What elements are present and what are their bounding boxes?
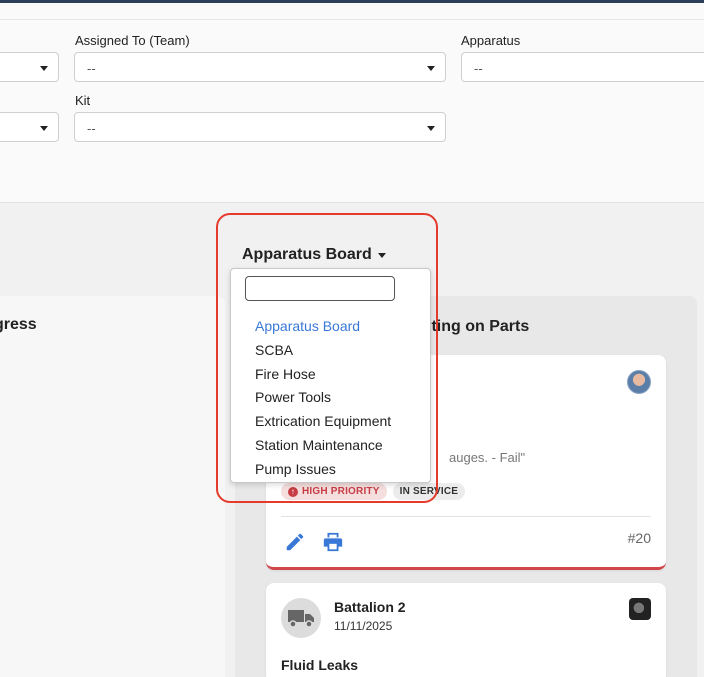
apparatus-select[interactable]: -- — [461, 52, 704, 82]
printer-icon[interactable] — [322, 531, 344, 553]
kit-label: Kit — [75, 93, 91, 108]
assigned-team-label: Assigned To (Team) — [75, 33, 190, 48]
chevron-down-icon — [427, 126, 435, 131]
chevron-down-icon — [40, 126, 48, 131]
column-title: iting on Parts — [427, 318, 530, 335]
column-title: gress — [0, 316, 37, 333]
chevron-down-icon — [377, 253, 386, 258]
board-options-list: Apparatus Board SCBA Fire Hose Power Too… — [231, 315, 430, 482]
apparatus-value: -- — [474, 61, 483, 76]
inspection-note: auges. - Fail" — [449, 450, 526, 465]
avatar — [627, 370, 651, 394]
work-order-number: #20 — [627, 530, 651, 546]
chevron-down-icon — [40, 66, 48, 71]
board-option-station-maintenance[interactable]: Station Maintenance — [231, 434, 430, 458]
apparatus-label: Apparatus — [461, 33, 521, 48]
assigned-team-value: -- — [87, 61, 96, 76]
chevron-down-icon — [427, 66, 435, 71]
board-selector-menu: Apparatus Board SCBA Fire Hose Power Too… — [230, 268, 431, 483]
assigned-team-select[interactable]: -- — [74, 52, 446, 82]
column-in-progress: gress — [0, 296, 225, 677]
avatar — [629, 598, 651, 620]
card-date: 11/11/2025 — [334, 619, 393, 633]
issue-title: Fluid Leaks — [281, 657, 359, 673]
card-divider — [281, 516, 651, 517]
kit-select[interactable]: -- — [74, 112, 446, 142]
board-option-pump-issues[interactable]: Pump Issues — [231, 458, 430, 482]
pencil-icon[interactable] — [284, 531, 306, 553]
kit-value: -- — [87, 121, 96, 136]
filters-panel: Assigned To (Team) -- Apparatus -- Kit -… — [0, 3, 704, 203]
board-option-extrication-equipment[interactable]: Extrication Equipment — [231, 410, 430, 434]
board-option-apparatus-board[interactable]: Apparatus Board — [231, 315, 430, 339]
work-order-card[interactable]: Battalion 2 11/11/2025 Fluid Leaks — [266, 583, 666, 677]
filter-select-left-top[interactable] — [0, 52, 59, 82]
board-option-fire-hose[interactable]: Fire Hose — [231, 363, 430, 387]
board-selector-label: Apparatus Board — [242, 246, 372, 263]
filter-select-left-bottom[interactable] — [0, 112, 59, 142]
filters-divider — [0, 19, 704, 20]
board-option-scba[interactable]: SCBA — [231, 339, 430, 363]
apparatus-name: Battalion 2 — [334, 599, 406, 615]
board-selector-toggle[interactable]: Apparatus Board — [242, 246, 386, 264]
truck-icon — [281, 598, 321, 638]
board-option-power-tools[interactable]: Power Tools — [231, 386, 430, 410]
board-search-input[interactable] — [245, 276, 395, 301]
